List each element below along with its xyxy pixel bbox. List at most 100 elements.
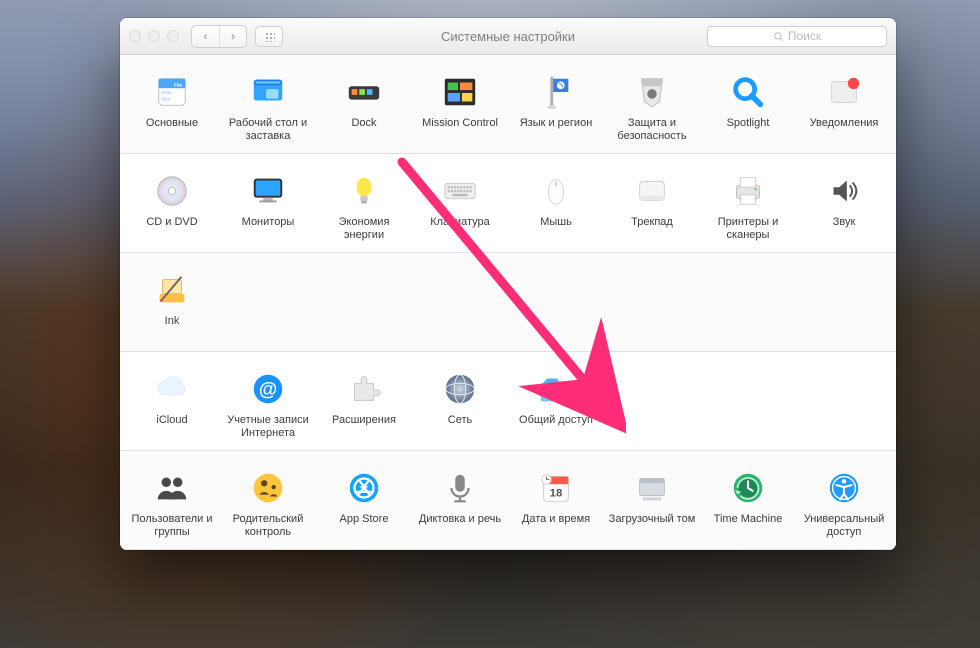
datetime-icon: 18	[535, 467, 577, 509]
pref-label: Язык и регион	[518, 117, 595, 143]
pref-label: Рабочий стол и заставка	[220, 117, 316, 143]
system-preferences-window: ‹ › Системные настройки Поиск FileNewOpe…	[120, 18, 896, 550]
pref-section-1: CD и DVD Мониторы Экономия энергииКлавиату…	[120, 154, 896, 253]
pref-energy[interactable]: Экономия энергии	[316, 170, 412, 242]
nav-back-forward: ‹ ›	[191, 25, 247, 48]
pref-security[interactable]: Защита и безопасность	[604, 71, 700, 143]
show-all-button[interactable]	[255, 26, 283, 47]
search-icon	[773, 31, 784, 42]
pref-label: Time Machine	[712, 513, 785, 539]
pref-label: Трекпад	[629, 216, 675, 242]
pref-mission[interactable]: Mission Control	[412, 71, 508, 143]
pref-label: Ink	[163, 315, 182, 341]
pref-section-2: Ink	[120, 253, 896, 352]
ink-icon	[151, 269, 193, 311]
spotlight-icon	[727, 71, 769, 113]
pref-keyboard[interactable]: Клавиатура	[412, 170, 508, 242]
pref-label: Учетные записи Интернета	[220, 414, 316, 440]
pref-label: Сеть	[446, 414, 474, 440]
security-icon	[631, 71, 673, 113]
pref-dictation[interactable]: Диктовка и речь	[412, 467, 508, 539]
pref-spotlight[interactable]: Spotlight	[700, 71, 796, 143]
cddvd-icon	[151, 170, 193, 212]
pref-label: Уведомления	[808, 117, 881, 143]
back-button[interactable]: ‹	[192, 26, 219, 47]
pref-appstore[interactable]: App Store	[316, 467, 412, 539]
pref-label: CD и DVD	[144, 216, 199, 242]
pref-label: Расширения	[330, 414, 398, 440]
language-icon	[535, 71, 577, 113]
trackpad-icon	[631, 170, 673, 212]
pref-sharing[interactable]: Общий доступ	[508, 368, 604, 440]
printers-icon	[727, 170, 769, 212]
pref-label: Общий доступ	[517, 414, 595, 440]
pref-section-4: Пользователи и группыРодительский контро…	[120, 451, 896, 550]
pref-trackpad[interactable]: Трекпад	[604, 170, 700, 242]
pref-label: Dock	[349, 117, 378, 143]
pref-mouse[interactable]: Мышь	[508, 170, 604, 242]
minimize-button[interactable]	[148, 30, 160, 42]
users-icon	[151, 467, 193, 509]
pref-grid: Ink	[120, 253, 896, 351]
pref-ink[interactable]: Ink	[124, 269, 220, 341]
forward-button[interactable]: ›	[219, 26, 246, 47]
search-field[interactable]: Поиск	[707, 26, 887, 47]
desktop-wallpaper: ‹ › Системные настройки Поиск FileNewOpe…	[0, 0, 980, 648]
pref-label: Родительский контроль	[220, 513, 316, 539]
pref-network[interactable]: Сеть	[412, 368, 508, 440]
pref-notifications[interactable]: Уведомления	[796, 71, 892, 143]
accessibility-icon	[823, 467, 865, 509]
pref-displays[interactable]: Мониторы	[220, 170, 316, 242]
parental-icon	[247, 467, 289, 509]
pref-label: iCloud	[154, 414, 189, 440]
svg-text:Ope: Ope	[162, 97, 171, 103]
pref-label: Основные	[144, 117, 200, 143]
pref-sound[interactable]: Звук	[796, 170, 892, 242]
zoom-button[interactable]	[167, 30, 179, 42]
icloud-icon	[151, 368, 193, 410]
mouse-icon	[535, 170, 577, 212]
sharing-icon	[535, 368, 577, 410]
pref-label: Универсальный доступ	[796, 513, 892, 539]
general-icon: FileNewOpe	[151, 71, 193, 113]
pref-desktop[interactable]: Рабочий стол и заставка	[220, 71, 316, 143]
pref-section-3: iCloud @ Учетные записи Интернета Расширени…	[120, 352, 896, 451]
svg-text:18: 18	[550, 488, 563, 500]
notifications-icon	[823, 71, 865, 113]
pref-label: Spotlight	[725, 117, 772, 143]
pref-users[interactable]: Пользователи и группы	[124, 467, 220, 539]
pref-label: Мониторы	[240, 216, 297, 242]
pref-label: Загрузочный том	[607, 513, 698, 539]
pref-grid: FileNewOpe Основные Рабочий стол и заставк…	[120, 55, 896, 153]
pref-parental[interactable]: Родительский контроль	[220, 467, 316, 539]
keyboard-icon	[439, 170, 481, 212]
pref-startup[interactable]: Загрузочный том	[604, 467, 700, 539]
accounts-icon: @	[247, 368, 289, 410]
pref-grid: CD и DVD Мониторы Экономия энергииКлавиату…	[120, 154, 896, 252]
pref-label: Экономия энергии	[316, 216, 412, 242]
pref-dock[interactable]: Dock	[316, 71, 412, 143]
startup-icon	[631, 467, 673, 509]
close-button[interactable]	[129, 30, 141, 42]
pref-label: Звук	[831, 216, 858, 242]
pref-icloud[interactable]: iCloud	[124, 368, 220, 440]
pref-accounts[interactable]: @ Учетные записи Интернета	[220, 368, 316, 440]
pref-extensions[interactable]: Расширения	[316, 368, 412, 440]
pref-printers[interactable]: Принтеры и сканеры	[700, 170, 796, 242]
energy-icon	[343, 170, 385, 212]
pref-general[interactable]: FileNewOpe Основные	[124, 71, 220, 143]
pref-datetime[interactable]: 18Дата и время	[508, 467, 604, 539]
pref-language[interactable]: Язык и регион	[508, 71, 604, 143]
pref-label: Принтеры и сканеры	[700, 216, 796, 242]
pref-label: App Store	[338, 513, 391, 539]
sound-icon	[823, 170, 865, 212]
pref-cddvd[interactable]: CD и DVD	[124, 170, 220, 242]
search-placeholder: Поиск	[788, 29, 821, 43]
pref-label: Мышь	[538, 216, 574, 242]
pref-grid: iCloud @ Учетные записи Интернета Расширени…	[120, 352, 896, 450]
pref-timemachine[interactable]: Time Machine	[700, 467, 796, 539]
window-controls	[129, 30, 179, 42]
pref-accessibility[interactable]: Универсальный доступ	[796, 467, 892, 539]
svg-text:@: @	[259, 380, 278, 401]
timemachine-icon	[727, 467, 769, 509]
